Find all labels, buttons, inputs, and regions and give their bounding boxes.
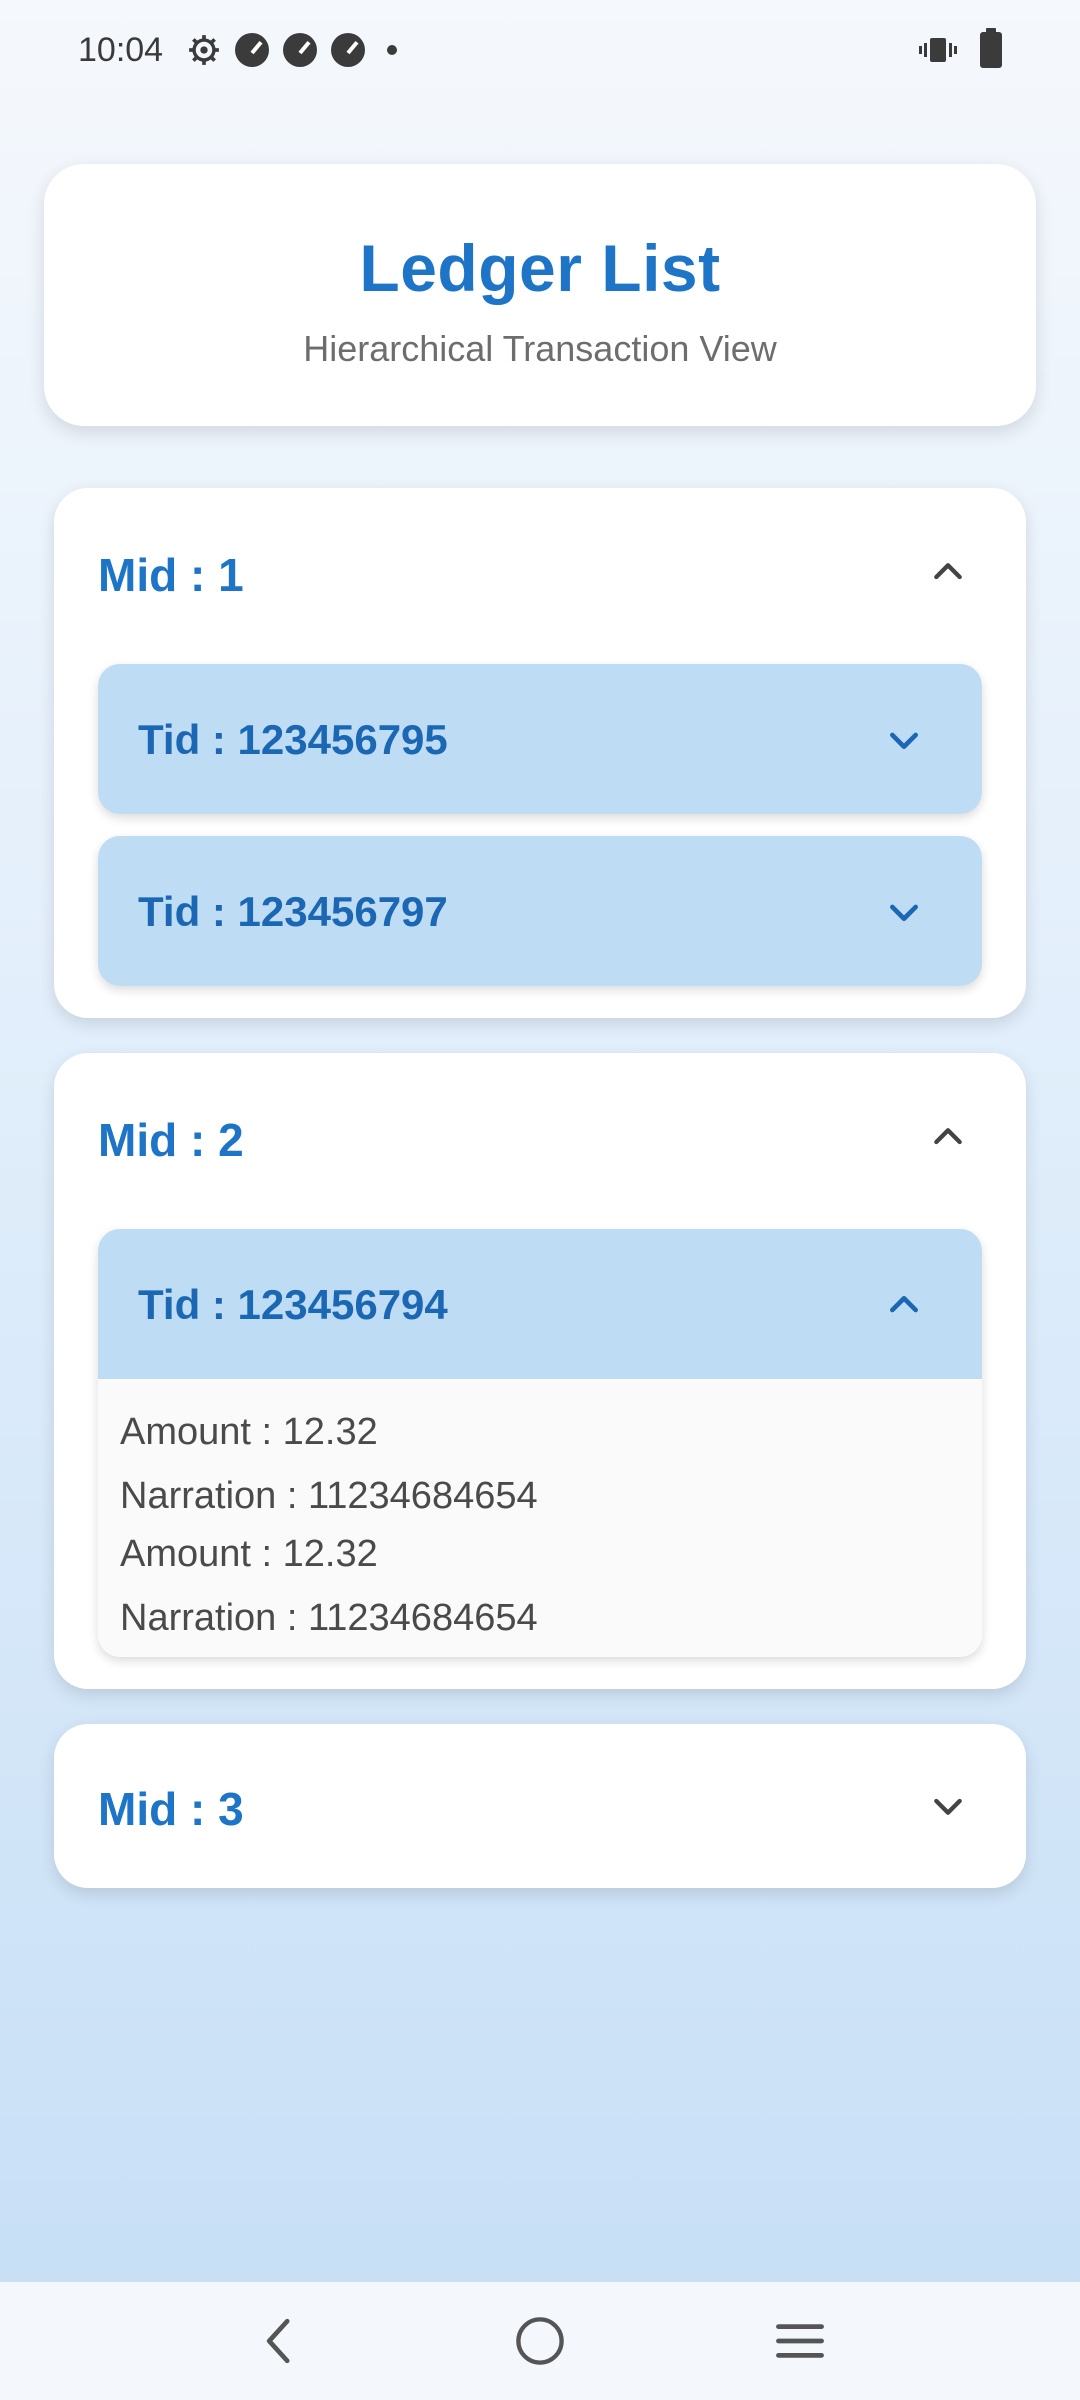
- header-card: Ledger List Hierarchical Transaction Vie…: [44, 164, 1036, 426]
- tid-title: Tid : 123456795: [138, 716, 448, 763]
- mid-header-2[interactable]: Mid : 2: [54, 1053, 1026, 1223]
- tid-card[interactable]: Tid : 123456795: [98, 664, 982, 814]
- mid-title: Mid : 2: [98, 1114, 244, 1166]
- recents-button[interactable]: [770, 2311, 830, 2371]
- speed-icon: [235, 33, 270, 67]
- mid-title: Mid : 3: [98, 1783, 244, 1835]
- battery-icon: [980, 28, 1002, 68]
- status-icons-right: [918, 28, 1002, 68]
- mid-card-1: Mid : 1 Tid : 123456795 Tid : 123456797: [54, 488, 1026, 1018]
- back-icon: [266, 2318, 290, 2364]
- chevron-down-icon[interactable]: [884, 892, 924, 932]
- mid-card-3: Mid : 3: [54, 1724, 1026, 1888]
- tid-header[interactable]: Tid : 123456794: [98, 1229, 982, 1379]
- transaction-list: Amount : 12.32 Narration : 11234684654 A…: [98, 1379, 982, 1657]
- status-icons-left: [187, 33, 398, 67]
- back-button[interactable]: [250, 2311, 310, 2371]
- tid-header[interactable]: Tid : 123456797: [98, 836, 982, 986]
- settings-icon: [189, 35, 219, 65]
- tid-title: Tid : 123456797: [138, 888, 448, 935]
- chevron-up-icon[interactable]: [884, 1285, 924, 1325]
- mid-header-1[interactable]: Mid : 1: [54, 488, 1026, 658]
- transaction-amount: Amount : 12.32: [120, 1411, 378, 1453]
- mid-title: Mid : 1: [98, 549, 244, 601]
- status-time: 10:04: [78, 30, 164, 69]
- speed-icon: [283, 33, 318, 67]
- dot-icon: [387, 45, 398, 55]
- transaction-amount: Amount : 12.32: [120, 1533, 378, 1575]
- tid-card[interactable]: Tid : 123456797: [98, 836, 982, 986]
- status-bar: 10:04: [0, 0, 1080, 100]
- chevron-up-icon[interactable]: [928, 552, 968, 592]
- mid-header-3[interactable]: Mid : 3: [54, 1724, 1026, 1888]
- vibrate-icon: [919, 38, 957, 62]
- tid-header[interactable]: Tid : 123456795: [98, 664, 982, 814]
- tid-title: Tid : 123456794: [138, 1281, 448, 1328]
- home-button[interactable]: [510, 2311, 570, 2371]
- home-icon: [516, 2317, 564, 2365]
- system-nav-bar: [0, 2282, 1080, 2400]
- page-title: Ledger List: [359, 231, 721, 305]
- chevron-down-icon[interactable]: [884, 720, 924, 760]
- chevron-up-icon[interactable]: [928, 1117, 968, 1157]
- chevron-down-icon[interactable]: [928, 1786, 968, 1826]
- tid-card-expanded[interactable]: Tid : 123456794 Amount : 12.32 Narration…: [98, 1229, 982, 1657]
- page-subtitle: Hierarchical Transaction View: [303, 328, 777, 369]
- mid-card-2: Mid : 2 Tid : 123456794 Amount : 12.32 N…: [54, 1053, 1026, 1689]
- recents-icon: [776, 2324, 824, 2358]
- speed-icon: [331, 33, 366, 67]
- transaction-narration: Narration : 11234684654: [120, 1475, 538, 1517]
- transaction-narration: Narration : 11234684654: [120, 1597, 538, 1639]
